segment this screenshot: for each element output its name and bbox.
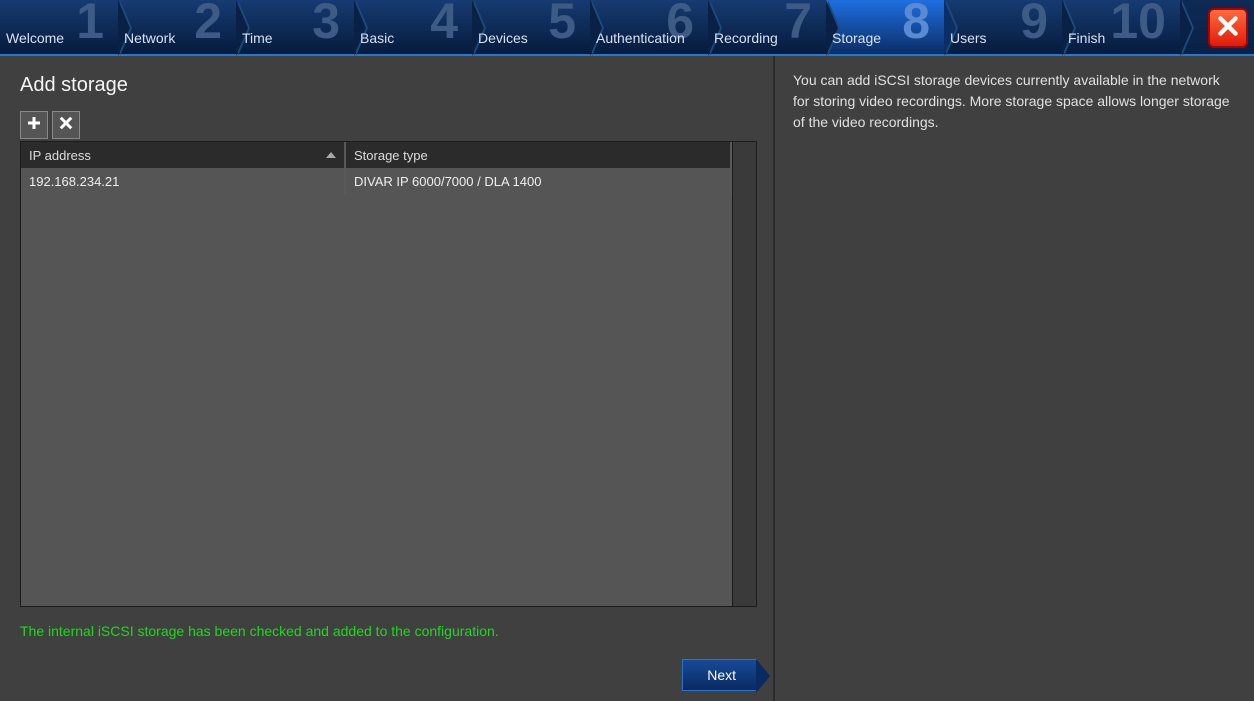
next-button-label: Next xyxy=(707,667,736,683)
wizard-step-finish[interactable]: 10 Finish xyxy=(1062,0,1180,54)
wizard-step-welcome[interactable]: 1 Welcome xyxy=(0,0,118,54)
column-header-ip[interactable]: IP address xyxy=(21,142,346,168)
step-label: Welcome xyxy=(6,30,112,50)
footer-buttons: Next xyxy=(20,659,757,691)
close-icon xyxy=(1215,13,1241,44)
next-button[interactable]: Next xyxy=(682,659,757,691)
step-label: Basic xyxy=(360,30,466,50)
table-scrollbar[interactable] xyxy=(732,142,756,606)
table-body: 192.168.234.21 DIVAR IP 6000/7000 / DLA … xyxy=(21,168,732,606)
step-label: Time xyxy=(242,30,348,50)
plus-icon xyxy=(25,114,43,137)
wizard-step-users[interactable]: 9 Users xyxy=(944,0,1062,54)
table-header: IP address Storage type xyxy=(21,142,732,168)
wizard-step-authentication[interactable]: 6 Authentication xyxy=(590,0,708,54)
cell-type: DIVAR IP 6000/7000 / DLA 1400 xyxy=(346,168,732,194)
page-title: Add storage xyxy=(20,74,757,97)
help-text: You can add iSCSI storage devices curren… xyxy=(793,70,1236,133)
column-header-label: Storage type xyxy=(354,148,428,163)
main-body: Add storage IP address xyxy=(0,56,1254,701)
x-icon xyxy=(57,114,75,137)
wizard-step-devices[interactable]: 5 Devices xyxy=(472,0,590,54)
sort-asc-icon xyxy=(326,152,336,158)
step-label: Storage xyxy=(832,30,938,50)
column-header-label: IP address xyxy=(29,148,91,163)
status-message: The internal iSCSI storage has been chec… xyxy=(20,623,757,639)
step-label: Finish xyxy=(1068,30,1174,50)
step-label: Authentication xyxy=(596,30,702,50)
close-button[interactable] xyxy=(1208,8,1248,48)
add-storage-button[interactable] xyxy=(20,111,48,139)
toolbar xyxy=(20,111,757,139)
column-header-type[interactable]: Storage type xyxy=(346,142,732,168)
wizard-steps: 1 Welcome 2 Network 3 Time 4 Basic 5 Dev… xyxy=(0,0,1254,56)
wizard-step-network[interactable]: 2 Network xyxy=(118,0,236,54)
cell-ip: 192.168.234.21 xyxy=(21,168,346,194)
wizard-step-storage[interactable]: 8 Storage xyxy=(826,0,944,54)
step-label: Network xyxy=(124,30,230,50)
remove-storage-button[interactable] xyxy=(52,111,80,139)
wizard-step-basic[interactable]: 4 Basic xyxy=(354,0,472,54)
step-label: Recording xyxy=(714,30,820,50)
wizard-step-time[interactable]: 3 Time xyxy=(236,0,354,54)
left-panel: Add storage IP address xyxy=(0,56,775,701)
help-panel: You can add iSCSI storage devices curren… xyxy=(775,56,1254,701)
step-label: Devices xyxy=(478,30,584,50)
step-label: Users xyxy=(950,30,1056,50)
storage-table: IP address Storage type 192.168.234.21 D… xyxy=(20,141,757,607)
table-row[interactable]: 192.168.234.21 DIVAR IP 6000/7000 / DLA … xyxy=(21,168,732,194)
wizard-step-recording[interactable]: 7 Recording xyxy=(708,0,826,54)
